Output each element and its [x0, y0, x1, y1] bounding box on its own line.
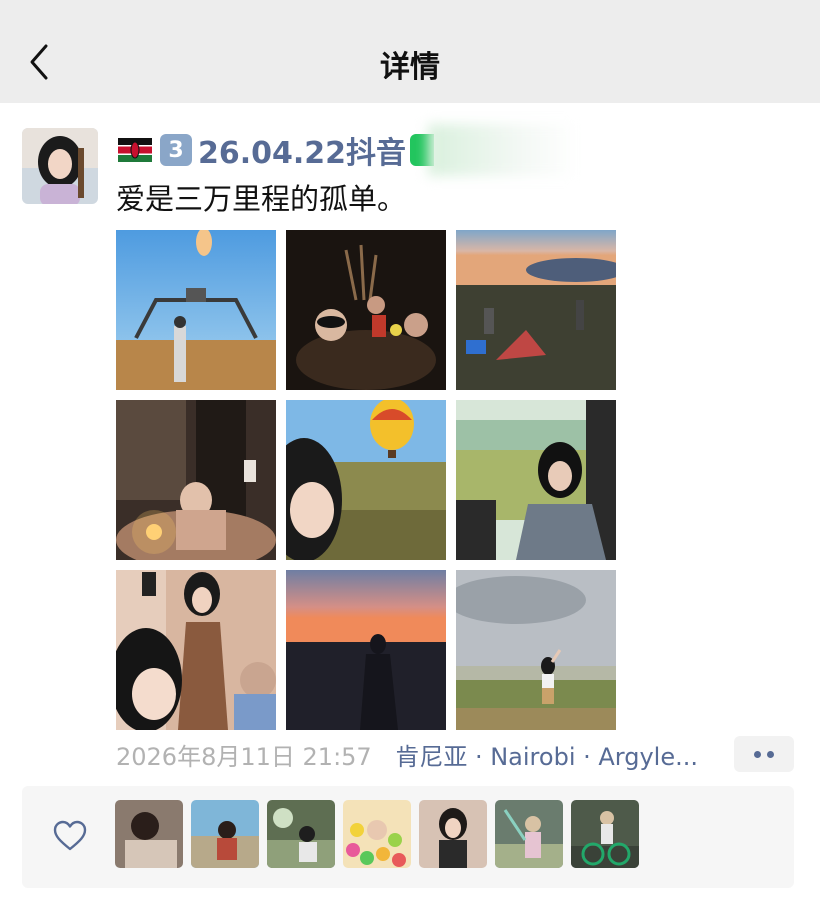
photo-7[interactable]: [116, 570, 276, 730]
photo-grid: [116, 230, 616, 730]
liker-avatar-4[interactable]: [343, 800, 411, 868]
post-text: 爱是三万里程的孤单。: [116, 182, 407, 216]
post-time: 21:57: [302, 743, 372, 771]
liker-avatar-6[interactable]: [495, 800, 563, 868]
author-name[interactable]: 26.04.22抖音: [198, 128, 406, 172]
navigation-bar: 详情: [0, 0, 820, 103]
liker-avatar-2[interactable]: [191, 800, 259, 868]
photo-1[interactable]: [116, 230, 276, 390]
number-badge: 3: [160, 134, 192, 166]
more-dot: [767, 750, 774, 758]
photo-9[interactable]: [456, 570, 616, 730]
post-meta: 2026年8月11日 21:57 肯尼亚 · Nairobi · Argyle.…: [116, 737, 698, 772]
liker-avatar-3[interactable]: [267, 800, 335, 868]
blurred-name: [428, 124, 579, 176]
more-dots-icon: [754, 750, 761, 758]
heart-icon: [53, 820, 87, 851]
post-location[interactable]: 肯尼亚 · Nairobi · Argyle...: [395, 743, 698, 771]
avatar[interactable]: [22, 128, 98, 204]
author-line: 3 26.04.22抖音: [118, 124, 579, 176]
photo-3[interactable]: [456, 230, 616, 390]
photo-8[interactable]: [286, 570, 446, 730]
photo-5[interactable]: [286, 400, 446, 560]
photo-2[interactable]: [286, 230, 446, 390]
post-date: 2026年8月11日: [116, 743, 295, 771]
kenya-flag-icon: [118, 138, 152, 162]
more-button[interactable]: [734, 736, 794, 772]
liker-avatar-5[interactable]: [419, 800, 487, 868]
liker-avatar-7[interactable]: [571, 800, 639, 868]
page-title: 详情: [380, 50, 440, 85]
photo-4[interactable]: [116, 400, 276, 560]
liker-avatar-1[interactable]: [115, 800, 183, 868]
likes-section: [22, 786, 794, 888]
photo-6[interactable]: [456, 400, 616, 560]
